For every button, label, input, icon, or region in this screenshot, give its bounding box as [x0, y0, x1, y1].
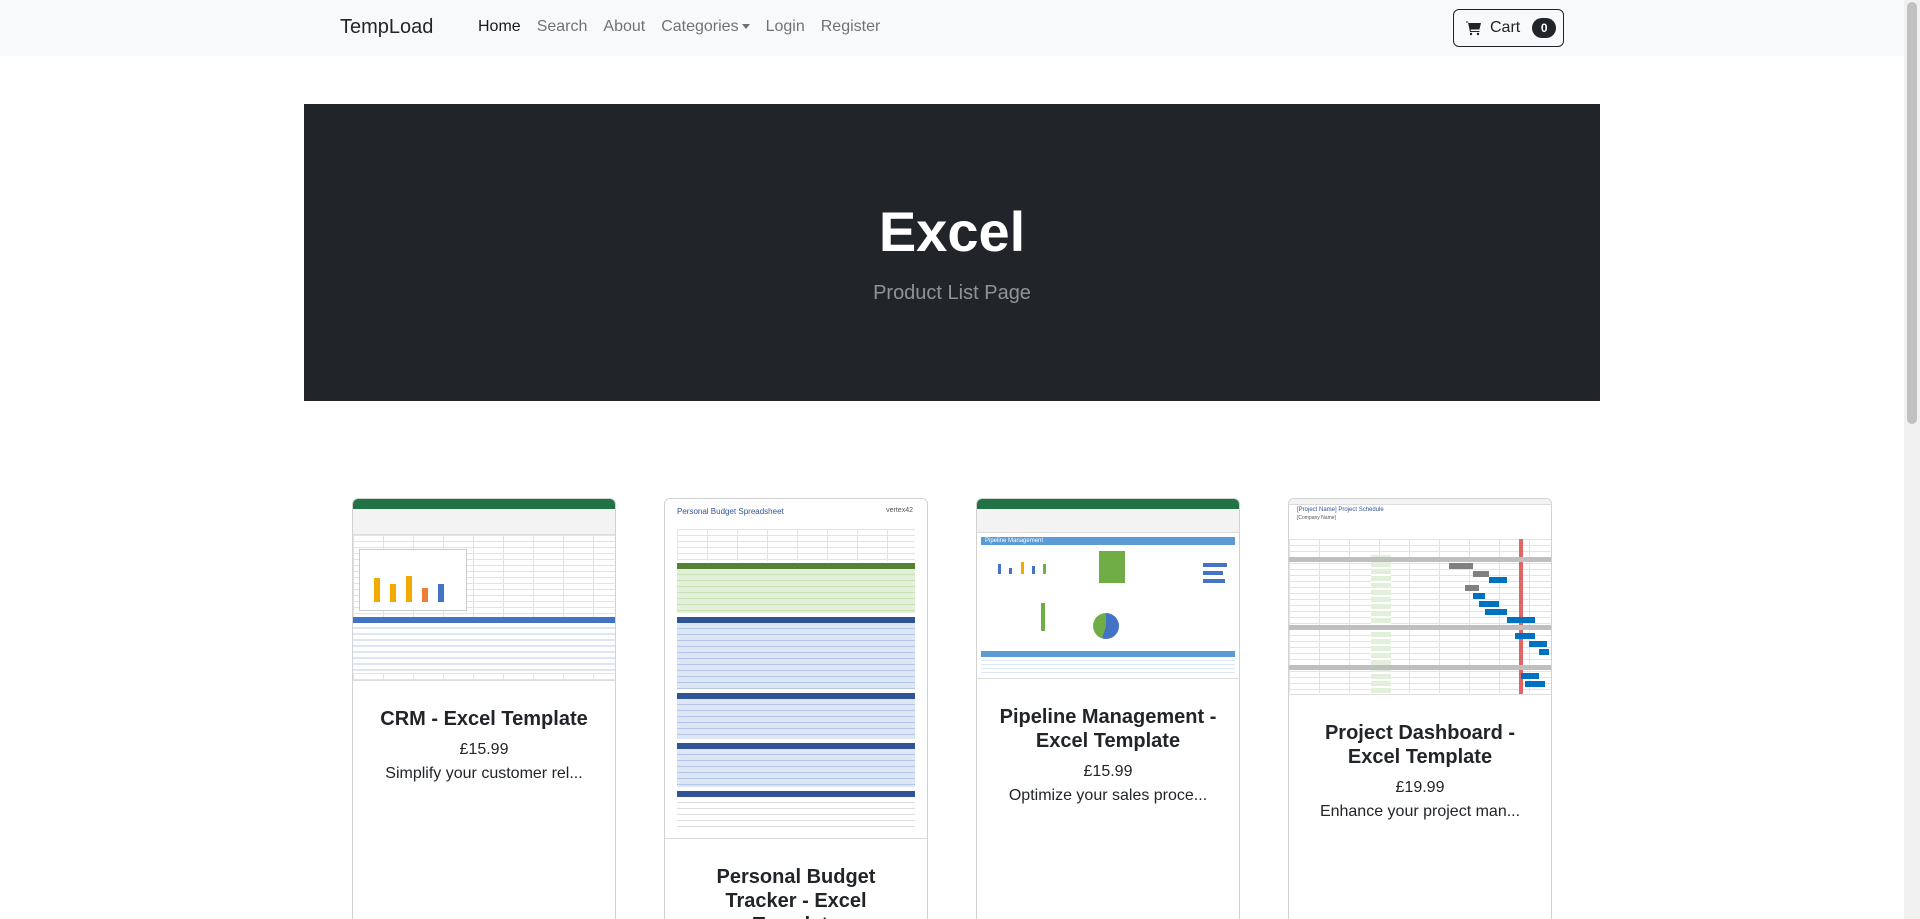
product-title[interactable]: Project Dashboard - Excel Template — [1305, 721, 1535, 769]
product-title[interactable]: Personal Budget Tracker - Excel Template — [681, 865, 911, 919]
page-subtitle: Product List Page — [873, 282, 1031, 304]
product-image[interactable]: Pipeline Management — [977, 499, 1239, 679]
nav-categories-dropdown[interactable]: Categories — [661, 18, 750, 36]
budget-sheet-title: Personal Budget Spreadsheet — [677, 507, 784, 516]
cart-count-badge: 0 — [1532, 18, 1557, 38]
product-title[interactable]: Pipeline Management - Excel Template — [993, 705, 1223, 753]
cart-icon — [1466, 21, 1481, 36]
product-description: Enhance your project man... — [1319, 803, 1521, 820]
product-card[interactable]: [Project Name] Project Schedule [Company… — [1288, 498, 1552, 919]
hero-banner: Excel Product List Page — [304, 104, 1600, 401]
dashboard-company: [Company Name] — [1297, 515, 1336, 521]
page-title: Excel — [878, 200, 1026, 263]
vertex42-logo: vertex42 — [886, 507, 913, 514]
product-image[interactable]: Personal Budget Spreadsheet vertex42 — [665, 499, 927, 839]
nav-login[interactable]: Login — [766, 18, 805, 36]
nav-about[interactable]: About — [603, 18, 645, 36]
product-title[interactable]: CRM - Excel Template — [369, 707, 599, 731]
product-card[interactable]: Pipeline Management Pipeline Management … — [976, 498, 1240, 919]
nav-search[interactable]: Search — [537, 18, 588, 36]
product-card[interactable]: Personal Budget Spreadsheet vertex42 Per… — [664, 498, 928, 919]
nav-menu: Home Search About Categories Login Regis… — [478, 18, 880, 36]
caret-down-icon — [741, 24, 750, 30]
product-description: Simplify your customer rel... — [385, 765, 583, 782]
nav-categories-label: Categories — [661, 18, 739, 35]
product-card[interactable]: CRM - Excel Template £15.99 Simplify you… — [352, 498, 616, 919]
brand-logo[interactable]: TempLoad — [340, 16, 433, 39]
product-price: £15.99 — [459, 741, 509, 758]
product-price: £15.99 — [1083, 763, 1133, 780]
page-scrollbar[interactable] — [1904, 0, 1920, 919]
nav-register[interactable]: Register — [821, 18, 881, 36]
scrollbar-thumb[interactable] — [1907, 2, 1917, 424]
dashboard-sheet-title: [Project Name] Project Schedule — [1297, 507, 1384, 513]
product-image[interactable] — [353, 499, 615, 681]
pipeline-sheet-title: Pipeline Management — [981, 537, 1235, 545]
navbar: TempLoad Home Search About Categories Lo… — [0, 0, 1904, 56]
cart-button[interactable]: Cart 0 — [1453, 9, 1564, 47]
cart-label: Cart — [1490, 19, 1521, 36]
nav-home[interactable]: Home — [478, 18, 521, 36]
product-price: £19.99 — [1395, 779, 1445, 796]
product-description: Optimize your sales proce... — [1008, 787, 1208, 804]
product-image[interactable]: [Project Name] Project Schedule [Company… — [1289, 499, 1551, 695]
